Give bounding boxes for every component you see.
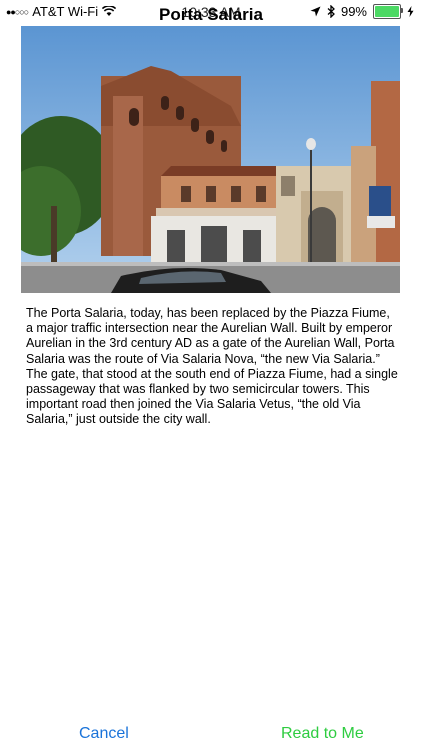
landmark-photo xyxy=(21,26,400,293)
page-title: Porta Salaria xyxy=(159,5,263,24)
article-text: The Porta Salaria, today, has been repla… xyxy=(26,306,398,427)
bottom-toolbar: Cancel Read to Me xyxy=(0,718,422,750)
cancel-button[interactable]: Cancel xyxy=(79,725,129,743)
read-to-me-button[interactable]: Read to Me xyxy=(281,725,364,743)
landmark-photo-illustration xyxy=(21,26,400,293)
